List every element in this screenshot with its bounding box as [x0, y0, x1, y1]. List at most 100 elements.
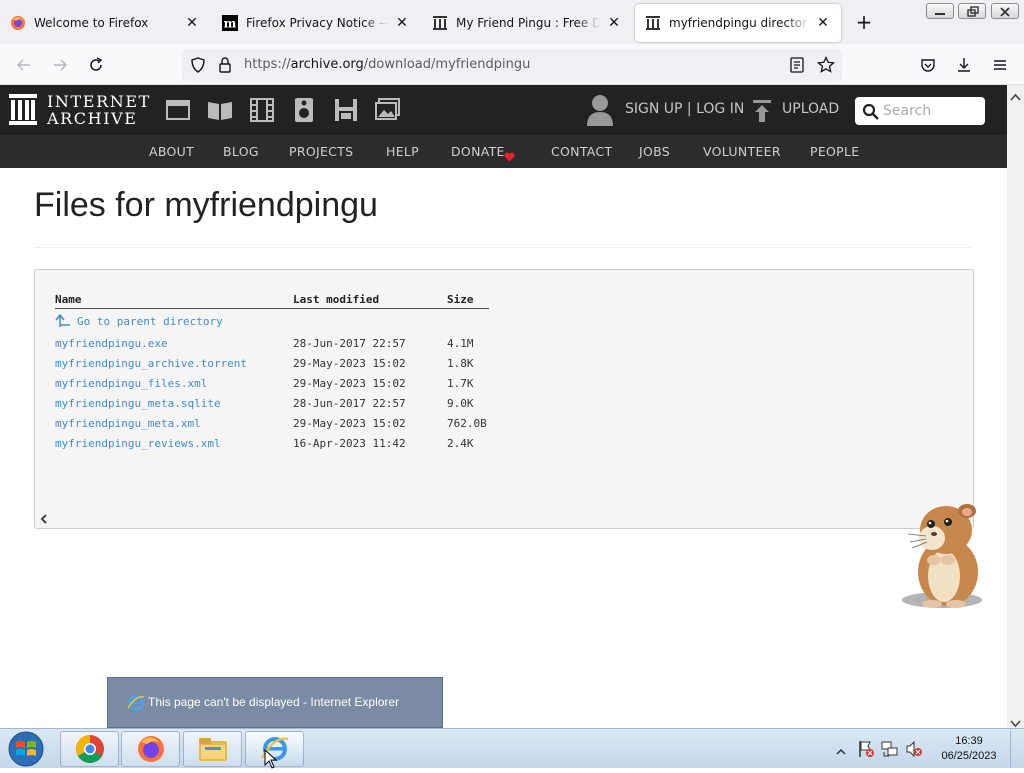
new-tab-button[interactable]: + [853, 12, 875, 34]
system-clock[interactable]: 16:39 06/25/2023 [936, 734, 1002, 764]
show-desktop-button[interactable] [1010, 731, 1022, 767]
menu-about[interactable]: ABOUT [149, 144, 194, 159]
file-link[interactable]: myfriendpingu_reviews.xml [55, 437, 221, 450]
network-icon[interactable] [881, 740, 899, 762]
signup-login-link[interactable]: SIGN UP | LOG IN [625, 101, 744, 117]
upload-icon[interactable] [752, 99, 772, 127]
header-last-modified[interactable]: Last modified [293, 293, 379, 306]
action-center-flag-icon[interactable] [857, 740, 875, 762]
audio-icon[interactable] [291, 97, 317, 123]
parent-directory-row[interactable]: Go to parent directory [55, 313, 535, 333]
archive-icon [645, 15, 661, 31]
table-row: myfriendpingu_meta.sqlite 28-Jun-2017 22… [55, 397, 535, 415]
url-host: archive.org [290, 57, 364, 72]
hamster-mascot-image[interactable] [898, 500, 990, 612]
header-name[interactable]: Name [55, 293, 82, 306]
file-size: 762.0B [447, 417, 487, 430]
address-bar[interactable]: https://archive.org/download/myfriendpin… [182, 49, 842, 81]
title-divider [34, 247, 972, 248]
images-icon[interactable] [375, 97, 401, 123]
archive-icon [432, 15, 448, 31]
file-size: 2.4K [447, 437, 474, 450]
menu-blog[interactable]: BLOG [223, 144, 259, 159]
taskbar-firefox-button[interactable] [121, 731, 180, 767]
software-icon[interactable] [333, 97, 359, 123]
minimize-button[interactable] [926, 3, 954, 19]
upload-link[interactable]: UPLOAD [782, 101, 839, 117]
file-modified: 29-May-2023 15:02 [293, 417, 406, 430]
firefox-icon [10, 15, 26, 31]
mouse-cursor-icon [264, 748, 278, 773]
app-menu-button[interactable] [988, 53, 1012, 77]
table-row: myfriendpingu_reviews.xml 16-Apr-2023 11… [55, 437, 535, 455]
forward-button[interactable] [48, 53, 72, 77]
file-link[interactable]: myfriendpingu_files.xml [55, 377, 207, 390]
ia-main-menu: ABOUT BLOG PROJECTS HELP DONATE CONTACT … [0, 135, 1007, 168]
close-tab-icon[interactable]: ✕ [606, 15, 622, 31]
menu-volunteer[interactable]: VOLUNTEER [703, 144, 781, 159]
show-hidden-icons-icon[interactable] [836, 742, 846, 761]
file-link[interactable]: myfriendpingu_archive.torrent [55, 357, 247, 370]
ie-preview-label: This page can't be displayed - Internet … [148, 695, 400, 709]
video-icon[interactable] [249, 97, 275, 123]
lock-icon[interactable] [218, 57, 232, 77]
web-icon[interactable] [165, 97, 191, 123]
menu-contact[interactable]: CONTACT [551, 144, 612, 159]
pocket-button[interactable] [916, 53, 940, 77]
tab-title: My Friend Pingu : Free Download, Borrow,… [456, 16, 600, 30]
reload-button[interactable] [84, 53, 108, 77]
close-window-button[interactable] [991, 3, 1019, 19]
reader-view-icon[interactable] [789, 57, 805, 77]
file-link[interactable]: myfriendpingu_meta.xml [55, 417, 201, 430]
windows-logo-icon [8, 731, 44, 767]
taskbar-chrome-button[interactable] [60, 731, 119, 767]
svg-text:m: m [224, 17, 237, 31]
tab-firefox-privacy-notice[interactable]: m Firefox Privacy Notice — Mozilla ✕ [212, 4, 420, 42]
file-size: 1.7K [447, 377, 474, 390]
tab-welcome-to-firefox[interactable]: Welcome to Firefox ✕ [0, 4, 210, 42]
taskbar-explorer-button[interactable] [183, 731, 242, 767]
restore-button[interactable] [958, 3, 986, 19]
folder-icon [198, 738, 227, 761]
pocket-icon [921, 59, 935, 72]
tab-directory-listing[interactable]: myfriendpingu directory listing ✕ [635, 4, 841, 42]
menu-donate[interactable]: DONATE [451, 144, 505, 159]
tab-title: myfriendpingu directory listing [669, 16, 809, 30]
volume-muted-icon[interactable] [905, 740, 923, 762]
start-button[interactable] [6, 730, 46, 772]
directory-listing: Name Last modified Size Go to parent dir… [34, 269, 974, 529]
header-divider [55, 308, 489, 309]
parent-directory-link[interactable]: Go to parent directory [77, 315, 223, 328]
archive-logo-icon[interactable] [9, 94, 37, 130]
close-tab-icon[interactable]: ✕ [184, 15, 200, 31]
header-size[interactable]: Size [447, 293, 474, 306]
tab-my-friend-pingu[interactable]: My Friend Pingu : Free Download, Borrow,… [422, 4, 632, 42]
hamburger-menu-icon [994, 60, 1006, 70]
user-avatar-icon[interactable] [586, 94, 614, 130]
clock-time: 16:39 [955, 735, 983, 747]
url-text[interactable]: https://archive.org/download/myfriendpin… [244, 57, 530, 72]
tracking-shield-icon[interactable] [190, 57, 206, 77]
ia-search-input[interactable]: Search [855, 97, 985, 125]
file-link[interactable]: myfriendpingu_meta.sqlite [55, 397, 221, 410]
scroll-left-arrow-icon[interactable] [39, 513, 49, 527]
file-link[interactable]: myfriendpingu.exe [55, 337, 168, 350]
close-tab-icon[interactable]: ✕ [815, 15, 831, 31]
ie-taskbar-preview[interactable]: This page can't be displayed - Internet … [107, 677, 443, 728]
close-tab-icon[interactable]: ✕ [394, 15, 410, 31]
menu-help[interactable]: HELP [386, 144, 419, 159]
scroll-up-arrow-icon[interactable] [1010, 87, 1021, 106]
ia-logo-text[interactable]: INTERNET ARCHIVE [47, 93, 151, 127]
chrome-icon [75, 735, 104, 763]
file-modified: 28-Jun-2017 22:57 [293, 397, 406, 410]
tab-strip: Welcome to Firefox ✕ m Firefox Privacy N… [0, 0, 1024, 44]
downloads-button[interactable] [952, 53, 976, 77]
menu-projects[interactable]: PROJECTS [289, 144, 353, 159]
menu-jobs[interactable]: JOBS [639, 144, 670, 159]
menu-people[interactable]: PEOPLE [810, 144, 859, 159]
table-row: myfriendpingu_archive.torrent 29-May-202… [55, 357, 535, 375]
back-button[interactable] [12, 53, 36, 77]
page-vertical-scrollbar[interactable] [1007, 85, 1024, 728]
bookmark-star-icon[interactable] [816, 55, 836, 78]
texts-icon[interactable] [207, 97, 233, 123]
